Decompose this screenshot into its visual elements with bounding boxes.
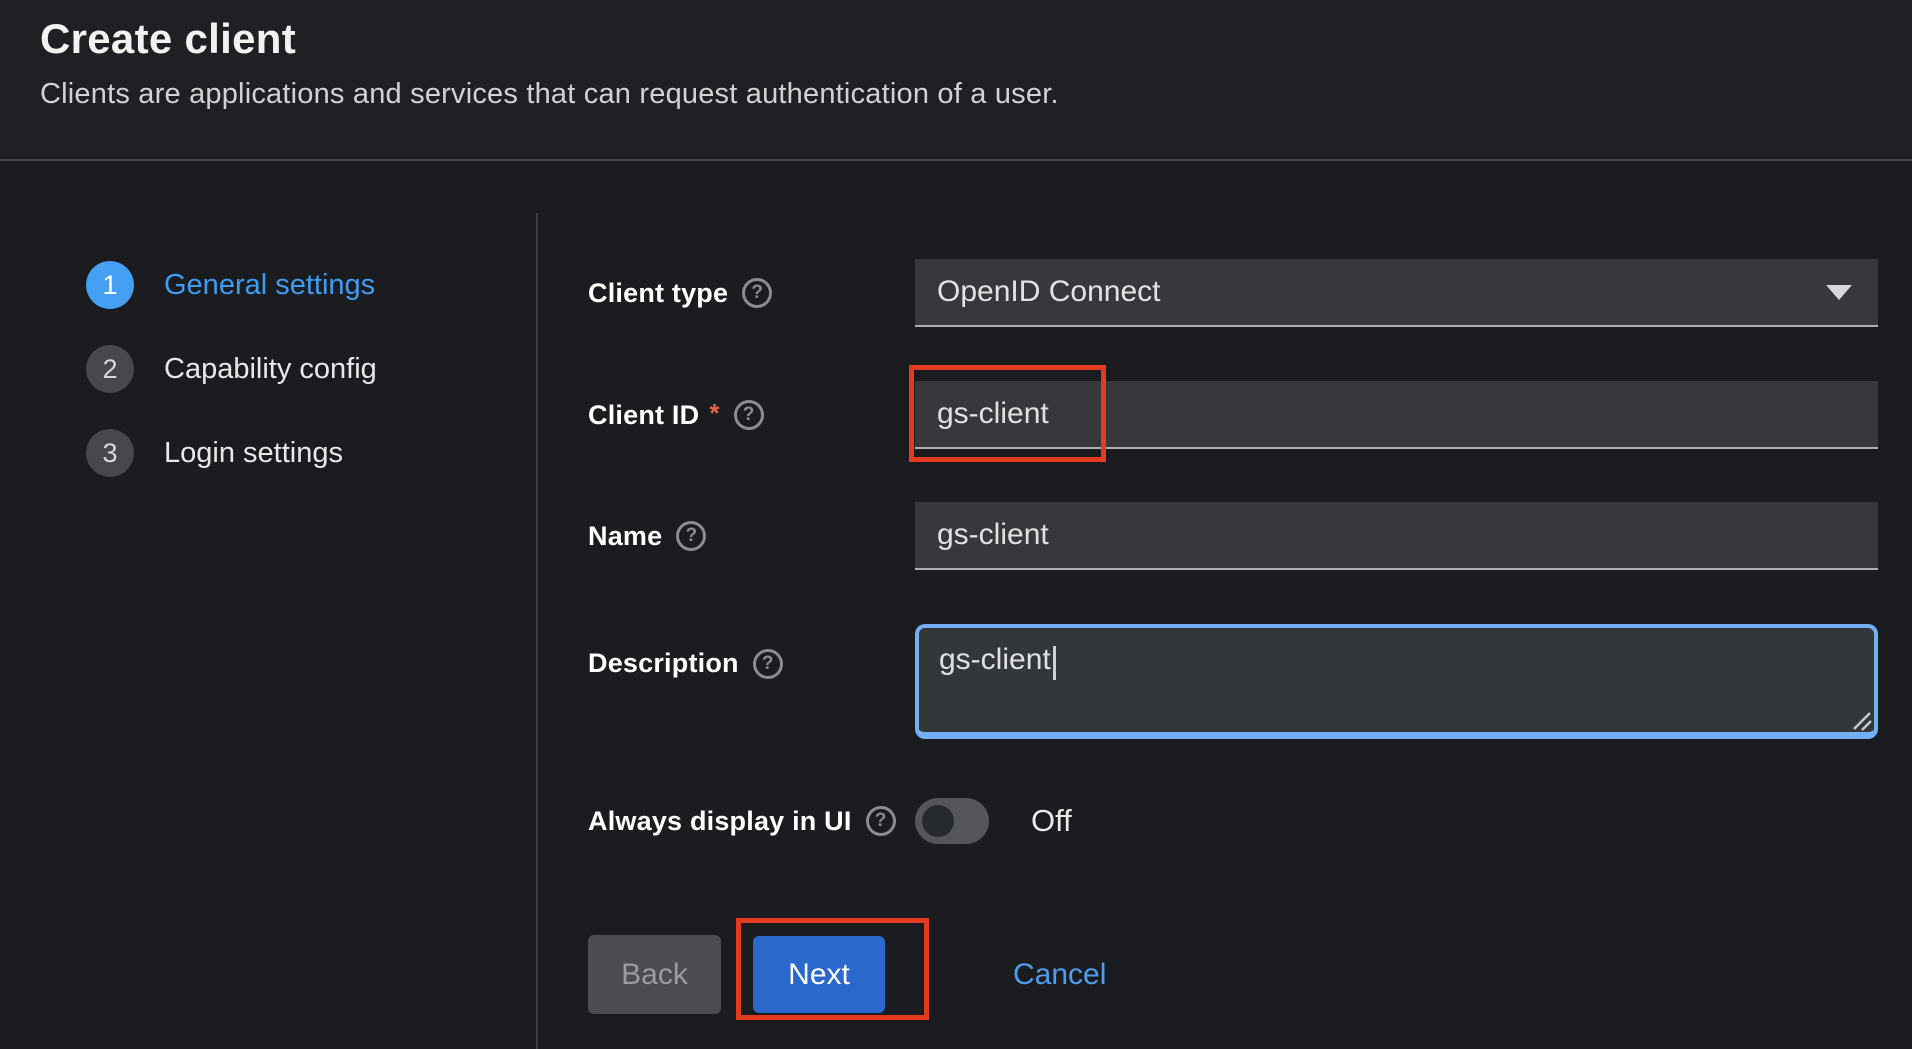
always-display-label: Always display in UI ? xyxy=(588,806,915,837)
text-cursor xyxy=(1053,646,1056,680)
step-label: Login settings xyxy=(164,437,343,470)
page-header: Create client Clients are applications a… xyxy=(0,0,1912,161)
wizard-divider xyxy=(536,213,538,1049)
help-icon[interactable]: ? xyxy=(866,806,896,836)
client-type-selected-value: OpenID Connect xyxy=(937,275,1160,309)
client-id-row: Client ID * ? gs-client xyxy=(588,381,1878,449)
back-button[interactable]: Back xyxy=(588,935,721,1014)
help-icon[interactable]: ? xyxy=(753,649,783,679)
next-button[interactable]: Next xyxy=(753,936,885,1013)
page-subtitle: Clients are applications and services th… xyxy=(40,78,1912,111)
required-asterisk: * xyxy=(709,398,719,429)
name-label: Name ? xyxy=(588,521,915,552)
resize-handle-icon[interactable] xyxy=(1850,709,1872,731)
always-display-row: Always display in UI ? Off xyxy=(588,798,1878,844)
name-input[interactable]: gs-client xyxy=(915,502,1878,570)
step-number-badge: 2 xyxy=(86,345,134,393)
name-value: gs-client xyxy=(937,518,1049,552)
client-type-row: Client type ? OpenID Connect xyxy=(588,259,1878,327)
always-display-toggle[interactable] xyxy=(915,798,989,844)
wizard-step-capability-config[interactable]: 2 Capability config xyxy=(86,345,377,393)
chevron-down-icon xyxy=(1826,285,1852,300)
description-value: gs-client xyxy=(939,643,1051,676)
description-row: Description ? gs-client xyxy=(588,624,1878,739)
wizard-step-general-settings[interactable]: 1 General settings xyxy=(86,261,377,309)
toggle-state-label: Off xyxy=(1031,803,1072,839)
general-settings-form: Client type ? OpenID Connect Client ID *… xyxy=(588,259,1878,1014)
help-icon[interactable]: ? xyxy=(734,400,764,430)
wizard-step-nav: 1 General settings 2 Capability config 3… xyxy=(86,261,377,513)
toggle-knob xyxy=(922,805,954,837)
description-textarea[interactable]: gs-client xyxy=(915,624,1878,739)
help-icon[interactable]: ? xyxy=(676,521,706,551)
step-label: Capability config xyxy=(164,353,377,386)
step-label: General settings xyxy=(164,269,375,302)
wizard-step-login-settings[interactable]: 3 Login settings xyxy=(86,429,377,477)
description-label: Description ? xyxy=(588,624,915,679)
page-title: Create client xyxy=(40,16,1912,62)
client-type-select[interactable]: OpenID Connect xyxy=(915,259,1878,327)
client-id-label: Client ID * ? xyxy=(588,400,915,431)
step-number-badge: 1 xyxy=(86,261,134,309)
step-number-badge: 3 xyxy=(86,429,134,477)
name-row: Name ? gs-client xyxy=(588,502,1878,570)
wizard-actions: Back Next Cancel xyxy=(588,935,1878,1014)
client-type-label: Client type ? xyxy=(588,278,915,309)
client-id-input[interactable]: gs-client xyxy=(915,381,1878,449)
client-id-value: gs-client xyxy=(937,397,1049,431)
cancel-link[interactable]: Cancel xyxy=(1013,958,1106,992)
help-icon[interactable]: ? xyxy=(742,278,772,308)
